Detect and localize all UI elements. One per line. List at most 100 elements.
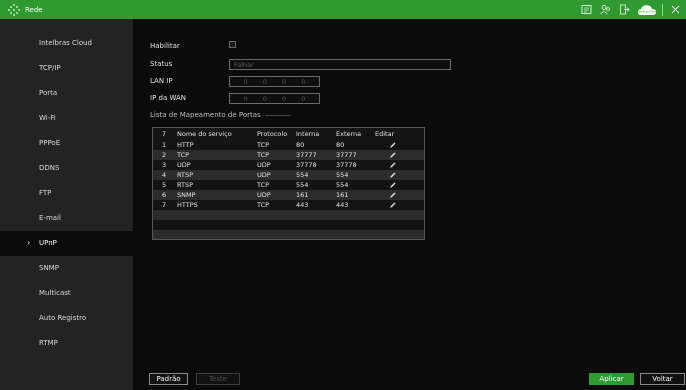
- sidebar-item-label: Porta: [39, 89, 58, 97]
- wan-ip-octet-3: 0: [282, 94, 287, 103]
- test-button[interactable]: Teste: [196, 373, 240, 385]
- sidebar-item-tcp-ip[interactable]: TCP/IP: [0, 56, 133, 81]
- sidebar-item-porta[interactable]: Porta: [0, 81, 133, 106]
- wan-ip-octet-2: 0: [262, 94, 267, 103]
- status-field: Falhar: [229, 59, 451, 70]
- sidebar-item-upnp[interactable]: › UPnP: [0, 231, 133, 256]
- sidebar-item-pppoe[interactable]: PPPoE: [0, 131, 133, 156]
- enable-checkbox[interactable]: [229, 41, 236, 48]
- sidebar-item-label: DDNS: [39, 164, 60, 172]
- wan-ip-input[interactable]: 0 0 0 0: [229, 93, 320, 104]
- sidebar-item-label: RTMP: [39, 339, 58, 347]
- row-service: RTSP: [177, 181, 194, 189]
- row-internal: 80: [296, 141, 305, 149]
- table-row[interactable]: 6 SNMP UDP 161 161: [153, 190, 424, 200]
- header-count: 7: [162, 130, 167, 138]
- sidebar-item-label: Auto Registro: [39, 314, 87, 322]
- lan-ip-input[interactable]: 0 0 0 0: [229, 76, 320, 87]
- cloud-icon[interactable]: Intelbras Cloud: [637, 4, 657, 16]
- row-protocol: TCP: [257, 201, 270, 209]
- default-button[interactable]: Padrão: [149, 373, 188, 385]
- lan-ip-octet-2: 0: [262, 77, 267, 86]
- row-service: SNMP: [177, 191, 196, 199]
- row-internal: 161: [296, 191, 309, 199]
- users-icon[interactable]: [598, 3, 612, 17]
- row-service: RTSP: [177, 171, 194, 179]
- sidebar: Intelbras Cloud TCP/IP Porta Wi-Fi PPPoE…: [0, 19, 133, 390]
- close-icon[interactable]: [668, 3, 682, 17]
- sidebar-item-label: UPnP: [39, 239, 57, 247]
- sidebar-item-wi-fi[interactable]: Wi-Fi: [0, 106, 133, 131]
- header-internal[interactable]: Interna: [296, 130, 319, 138]
- sidebar-item-label: Multicast: [39, 289, 71, 297]
- notes-icon[interactable]: [579, 3, 593, 17]
- row-protocol: UDP: [257, 171, 271, 179]
- edit-pencil-icon[interactable]: [389, 191, 397, 199]
- sidebar-item-auto-registro[interactable]: Auto Registro: [0, 306, 133, 331]
- row-number: 1: [162, 141, 167, 149]
- section-title-text: Lista de Mapeamento de Portas: [150, 111, 261, 119]
- lan-ip-octet-3: 0: [282, 77, 287, 86]
- edit-pencil-icon[interactable]: [389, 181, 397, 189]
- sidebar-item-label: Wi-Fi: [39, 114, 56, 122]
- row-service: HTTPS: [177, 201, 198, 209]
- row-number: 5: [162, 181, 167, 189]
- edit-pencil-icon[interactable]: [389, 151, 397, 159]
- edit-pencil-icon[interactable]: [389, 141, 397, 149]
- row-protocol: TCP: [257, 151, 270, 159]
- header-service[interactable]: Nome do serviço: [177, 130, 232, 138]
- lan-ip-octet-1: 0: [243, 77, 248, 86]
- table-row[interactable]: 1 HTTP TCP 80 80: [153, 140, 424, 150]
- sidebar-item-snmp[interactable]: SNMP: [0, 256, 133, 281]
- row-service: UDP: [177, 161, 191, 169]
- sidebar-item-e-mail[interactable]: E-mail: [0, 206, 133, 231]
- port-mapping-section-title: Lista de Mapeamento de Portas: [150, 111, 291, 119]
- row-external: 443: [336, 201, 349, 209]
- sidebar-item-multicast[interactable]: Multicast: [0, 281, 133, 306]
- lan-ip-octet-4: 0: [301, 77, 306, 86]
- table-header: 7 Nome do serviço Protocolo Interna Exte…: [153, 129, 424, 139]
- row-external: 80: [336, 141, 345, 149]
- sidebar-item-label: TCP/IP: [39, 64, 61, 72]
- row-number: 6: [162, 191, 167, 199]
- table-row[interactable]: 4 RTSP UDP 554 554: [153, 170, 424, 180]
- header-protocol[interactable]: Protocolo: [257, 130, 287, 138]
- sidebar-item-label: Intelbras Cloud: [39, 39, 92, 47]
- sidebar-item-ftp[interactable]: FTP: [0, 181, 133, 206]
- edit-pencil-icon[interactable]: [389, 201, 397, 209]
- row-internal: 554: [296, 171, 309, 179]
- row-protocol: TCP: [257, 181, 270, 189]
- wan-ip-label: IP da WAN: [150, 94, 187, 102]
- sidebar-item-label: PPPoE: [39, 139, 61, 147]
- sidebar-item-label: E-mail: [39, 214, 61, 222]
- table-row[interactable]: 5 RTSP TCP 554 554: [153, 180, 424, 190]
- row-internal: 37778: [296, 161, 317, 169]
- back-button[interactable]: Voltar: [640, 373, 685, 385]
- edit-pencil-icon[interactable]: [389, 171, 397, 179]
- logout-icon[interactable]: [617, 3, 631, 17]
- apply-button[interactable]: Aplicar: [589, 373, 634, 385]
- row-service: HTTP: [177, 141, 194, 149]
- row-internal: 443: [296, 201, 309, 209]
- table-row[interactable]: 2 TCP TCP 37777 37777: [153, 150, 424, 160]
- chevron-right-icon: ›: [27, 238, 31, 247]
- section-divider: [264, 114, 291, 116]
- row-external: 37778: [336, 161, 357, 169]
- sidebar-item-rtmp[interactable]: RTMP: [0, 331, 133, 356]
- row-external: 37777: [336, 151, 357, 159]
- sidebar-item-intelbras-cloud[interactable]: Intelbras Cloud: [0, 31, 133, 56]
- table-row[interactable]: 3 UDP UDP 37778 37778: [153, 160, 424, 170]
- row-external: 554: [336, 171, 349, 179]
- row-internal: 554: [296, 181, 309, 189]
- brand: Rede: [8, 3, 43, 16]
- row-protocol: UDP: [257, 161, 271, 169]
- lan-ip-label: LAN IP: [150, 77, 173, 85]
- wan-ip-octet-4: 0: [301, 94, 306, 103]
- cloud-logo-text: Intelbras Cloud: [637, 9, 657, 13]
- edit-pencil-icon[interactable]: [389, 161, 397, 169]
- sidebar-item-label: FTP: [39, 189, 52, 197]
- table-row[interactable]: 7 HTTPS TCP 443 443: [153, 200, 424, 210]
- sidebar-item-ddns[interactable]: DDNS: [0, 156, 133, 181]
- header-external[interactable]: Externa: [336, 130, 361, 138]
- sidebar-item-label: SNMP: [39, 264, 59, 272]
